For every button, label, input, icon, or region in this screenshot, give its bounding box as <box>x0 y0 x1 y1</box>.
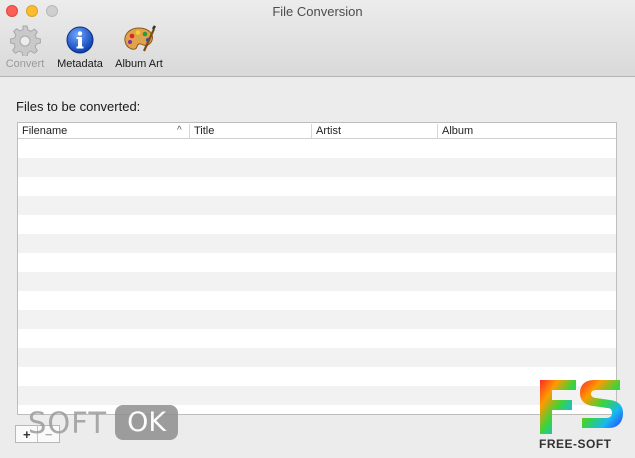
gear-icon <box>8 24 42 56</box>
table-row[interactable] <box>18 291 616 310</box>
files-to-convert-label: Files to be converted: <box>16 99 141 114</box>
album-art-button[interactable]: Album Art <box>111 24 167 70</box>
column-header-title[interactable]: Title <box>189 124 311 138</box>
table-row[interactable] <box>18 367 616 386</box>
softok-watermark-left: SOFT <box>28 405 108 440</box>
table-row[interactable] <box>18 253 616 272</box>
table-row[interactable] <box>18 272 616 291</box>
table-row[interactable] <box>18 348 616 367</box>
window-title: File Conversion <box>272 4 363 19</box>
sort-ascending-icon: ^ <box>177 125 182 136</box>
table-row[interactable] <box>18 329 616 348</box>
table-row[interactable] <box>18 234 616 253</box>
files-table[interactable]: Filename ^ Title Artist Album <box>17 122 617 415</box>
column-header-album[interactable]: Album <box>437 124 616 138</box>
softok-watermark: SOFT OK <box>28 405 179 440</box>
table-row[interactable] <box>18 158 616 177</box>
table-row[interactable] <box>18 215 616 234</box>
table-body[interactable] <box>18 139 616 414</box>
table-row[interactable] <box>18 139 616 158</box>
file-conversion-window: File Conversion Convert Metadata Album A… <box>0 0 635 458</box>
convert-label: Convert <box>5 58 45 70</box>
metadata-label: Metadata <box>57 58 103 70</box>
column-header-filename[interactable]: Filename <box>18 124 189 138</box>
table-row[interactable] <box>18 386 616 405</box>
palette-icon <box>122 24 156 56</box>
convert-button[interactable]: Convert <box>3 24 47 70</box>
metadata-button[interactable]: Metadata <box>53 24 107 70</box>
info-icon <box>63 24 97 56</box>
toolbar: File Conversion Convert Metadata Album A… <box>0 0 635 77</box>
column-header-artist[interactable]: Artist <box>311 124 437 138</box>
softok-watermark-right: OK <box>115 405 179 440</box>
table-row[interactable] <box>18 310 616 329</box>
table-row[interactable] <box>18 196 616 215</box>
table-header: Filename ^ Title Artist Album <box>18 123 616 139</box>
table-row[interactable] <box>18 177 616 196</box>
album-art-label: Album Art <box>115 58 163 70</box>
free-soft-caption: FREE-SOFT <box>539 437 612 451</box>
